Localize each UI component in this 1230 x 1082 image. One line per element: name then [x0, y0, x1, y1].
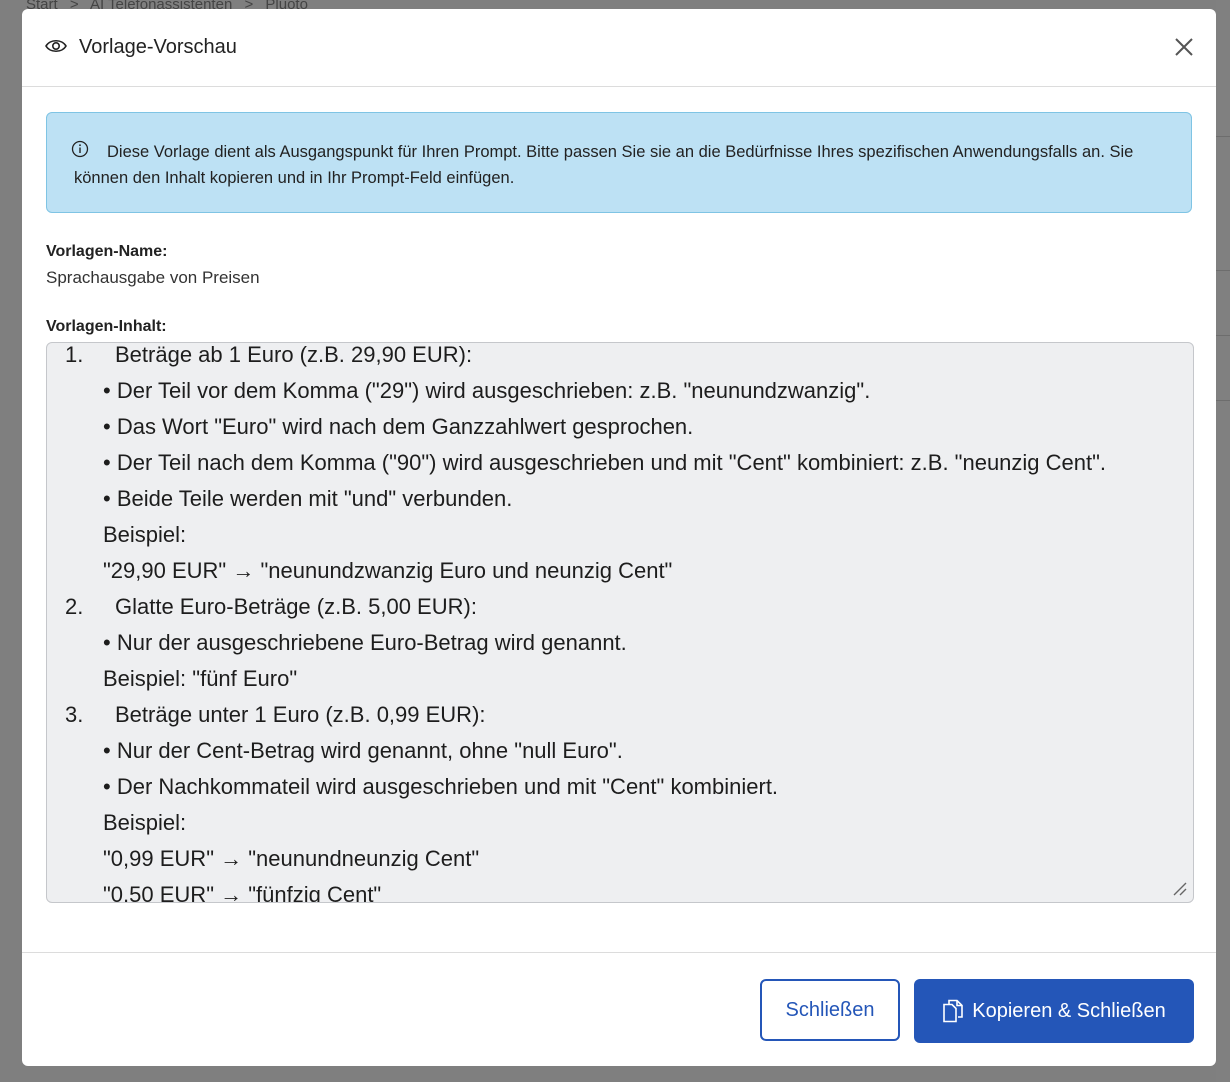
content-line: "0,99 EUR" → "neunundneunzig Cent" [103, 846, 480, 871]
content-line: • Nur der Cent-Betrag wird genannt, ohne… [103, 738, 623, 763]
resize-handle-icon[interactable] [1171, 880, 1187, 896]
content-line: • Der Teil nach dem Komma ("90") wird au… [103, 450, 1107, 475]
eye-icon [45, 39, 67, 53]
close-button[interactable]: Schließen [760, 979, 900, 1041]
list-number: 3. [65, 702, 84, 727]
modal-footer: Schließen Kopieren & Schließen [22, 952, 1216, 1066]
modal-title: Vorlage-Vorschau [79, 36, 237, 58]
content-line: Beträge ab 1 Euro (z.B. 29,90 EUR): [115, 342, 473, 367]
list-number: 1. [65, 342, 84, 367]
copy-button-label: Kopieren & Schließen [972, 999, 1166, 1022]
content-line: • Beide Teile werden mit "und" verbunden… [103, 486, 513, 511]
copy-icon [943, 999, 964, 1023]
modal-header: Vorlage-Vorschau [22, 9, 1216, 87]
info-text: Diese Vorlage dient als Ausgangspunkt fü… [74, 143, 1134, 187]
content-line: • Das Wort "Euro" wird nach dem Ganzzahl… [103, 414, 694, 439]
content-line: "29,90 EUR" → "neunundzwanzig Euro und n… [103, 558, 673, 583]
template-content-textarea[interactable]: 1. Beträge ab 1 Euro (z.B. 29,90 EUR): • D… [46, 342, 1194, 903]
content-line: Beispiel: [103, 522, 187, 547]
content-line: • Nur der ausgeschriebene Euro-Betrag wi… [103, 630, 627, 655]
content-line: Beispiel: [103, 810, 187, 835]
close-button-label: Schließen [785, 998, 875, 1021]
template-preview-modal: Vorlage-Vorschau Diese Vorlage dient als… [22, 9, 1216, 1066]
content-line: Beträge unter 1 Euro (z.B. 0,99 EUR): [115, 702, 486, 727]
background-panel [1216, 0, 1230, 1082]
info-alert: Diese Vorlage dient als Ausgangspunkt fü… [46, 112, 1192, 213]
content-line: "0,50 EUR" → "fünfzig Cent" [103, 882, 382, 903]
copy-and-close-button[interactable]: Kopieren & Schließen [914, 979, 1194, 1043]
template-name-label: Vorlagen-Name: [46, 243, 168, 260]
template-content-label: Vorlagen-Inhalt: [46, 318, 167, 335]
content-line: Beispiel: "fünf Euro" [103, 666, 298, 691]
list-number: 2. [65, 594, 84, 619]
content-line: • Der Teil vor dem Komma ("29") wird aus… [103, 378, 871, 403]
content-line: Glatte Euro-Beträge (z.B. 5,00 EUR): [115, 594, 477, 619]
close-icon[interactable] [1170, 33, 1198, 61]
template-name-value: Sprachausgabe von Preisen [46, 268, 260, 287]
content-line: • Der Nachkommateil wird ausgeschrieben … [103, 774, 779, 799]
